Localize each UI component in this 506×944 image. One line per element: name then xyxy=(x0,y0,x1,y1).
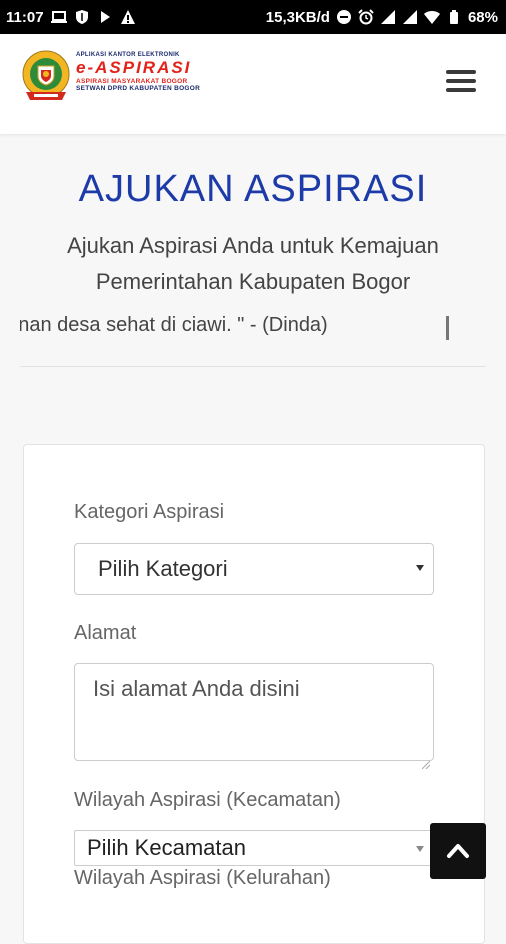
dnd-icon xyxy=(336,9,352,25)
kategori-select[interactable]: Pilih Kategori xyxy=(74,543,434,595)
shield-icon xyxy=(74,9,90,25)
status-bar-left: 11:07 xyxy=(6,9,136,26)
battery-level: 68% xyxy=(467,8,498,26)
status-time: 11:07 xyxy=(6,8,44,26)
ticker-text: ayanan desa sehat di ciawi. " - (Dinda) xyxy=(20,314,328,336)
logo-sub-line-2: SETWAN DPRD KABUPATEN BOGOR xyxy=(76,85,201,92)
alamat-placeholder: Isi alamat Anda disini xyxy=(93,676,300,701)
hamburger-bar xyxy=(446,79,476,83)
kelurahan-label: Wilayah Aspirasi (Kelurahan) xyxy=(74,867,331,889)
page-subtitle: Ajukan Aspirasi Anda untuk Kemajuan Peme… xyxy=(67,233,439,294)
alamat-textarea[interactable]: Isi alamat Anda disini xyxy=(74,663,434,770)
logo-text: APLIKASI KANTOR ELEKTRONIK e-ASPIRASI AS… xyxy=(76,52,226,92)
chevron-down-icon xyxy=(416,565,424,571)
section-divider xyxy=(20,366,486,367)
status-bar: 11:07 15,3KB/d 68% xyxy=(0,0,506,34)
testimonial-ticker: ayanan desa sehat di ciawi. " - (Dinda) xyxy=(20,312,486,346)
warning-icon xyxy=(120,9,136,25)
wifi-icon xyxy=(423,9,440,25)
kategori-selected-value: Pilih Kategori xyxy=(98,556,228,581)
status-bar-right: 15,3KB/d 68% xyxy=(266,9,498,26)
chevron-down-icon xyxy=(416,846,424,852)
alarm-icon xyxy=(358,9,374,25)
hamburger-bar xyxy=(446,88,476,92)
kategori-label: Kategori Aspirasi xyxy=(74,501,225,523)
ticker-cursor xyxy=(446,316,449,340)
battery-icon xyxy=(446,9,462,25)
play-icon xyxy=(97,9,113,25)
site-logo[interactable]: APLIKASI KANTOR ELEKTRONIK e-ASPIRASI AS… xyxy=(20,48,220,108)
hamburger-menu-icon[interactable] xyxy=(446,70,476,94)
back-to-top-button[interactable] xyxy=(430,823,486,879)
signal-icon xyxy=(402,9,418,25)
network-speed: 15,3KB/d xyxy=(265,8,330,26)
resize-handle-icon[interactable] xyxy=(421,749,431,770)
logo-sub-line-1: ASPIRASI MASYARAKAT BOGOR xyxy=(76,78,188,85)
signal-icon xyxy=(380,9,396,25)
page-title: AJUKAN ASPIRASI xyxy=(78,168,428,210)
aspiration-form: Kategori Aspirasi Pilih Kategori Alamat … xyxy=(23,444,485,944)
chevron-up-icon xyxy=(447,844,469,858)
alamat-label: Alamat xyxy=(74,622,137,644)
logo-brand: e-ASPIRASI xyxy=(76,58,192,77)
hamburger-bar xyxy=(446,70,476,74)
kecamatan-selected-value: Pilih Kecamatan xyxy=(87,835,246,860)
site-header: APLIKASI KANTOR ELEKTRONIK e-ASPIRASI AS… xyxy=(0,34,506,134)
wilayah-label: Wilayah Aspirasi (Kecamatan) xyxy=(74,789,341,811)
bogor-emblem-icon xyxy=(20,48,72,106)
kecamatan-select[interactable]: Pilih Kecamatan xyxy=(74,830,434,866)
laptop-icon xyxy=(50,9,67,25)
